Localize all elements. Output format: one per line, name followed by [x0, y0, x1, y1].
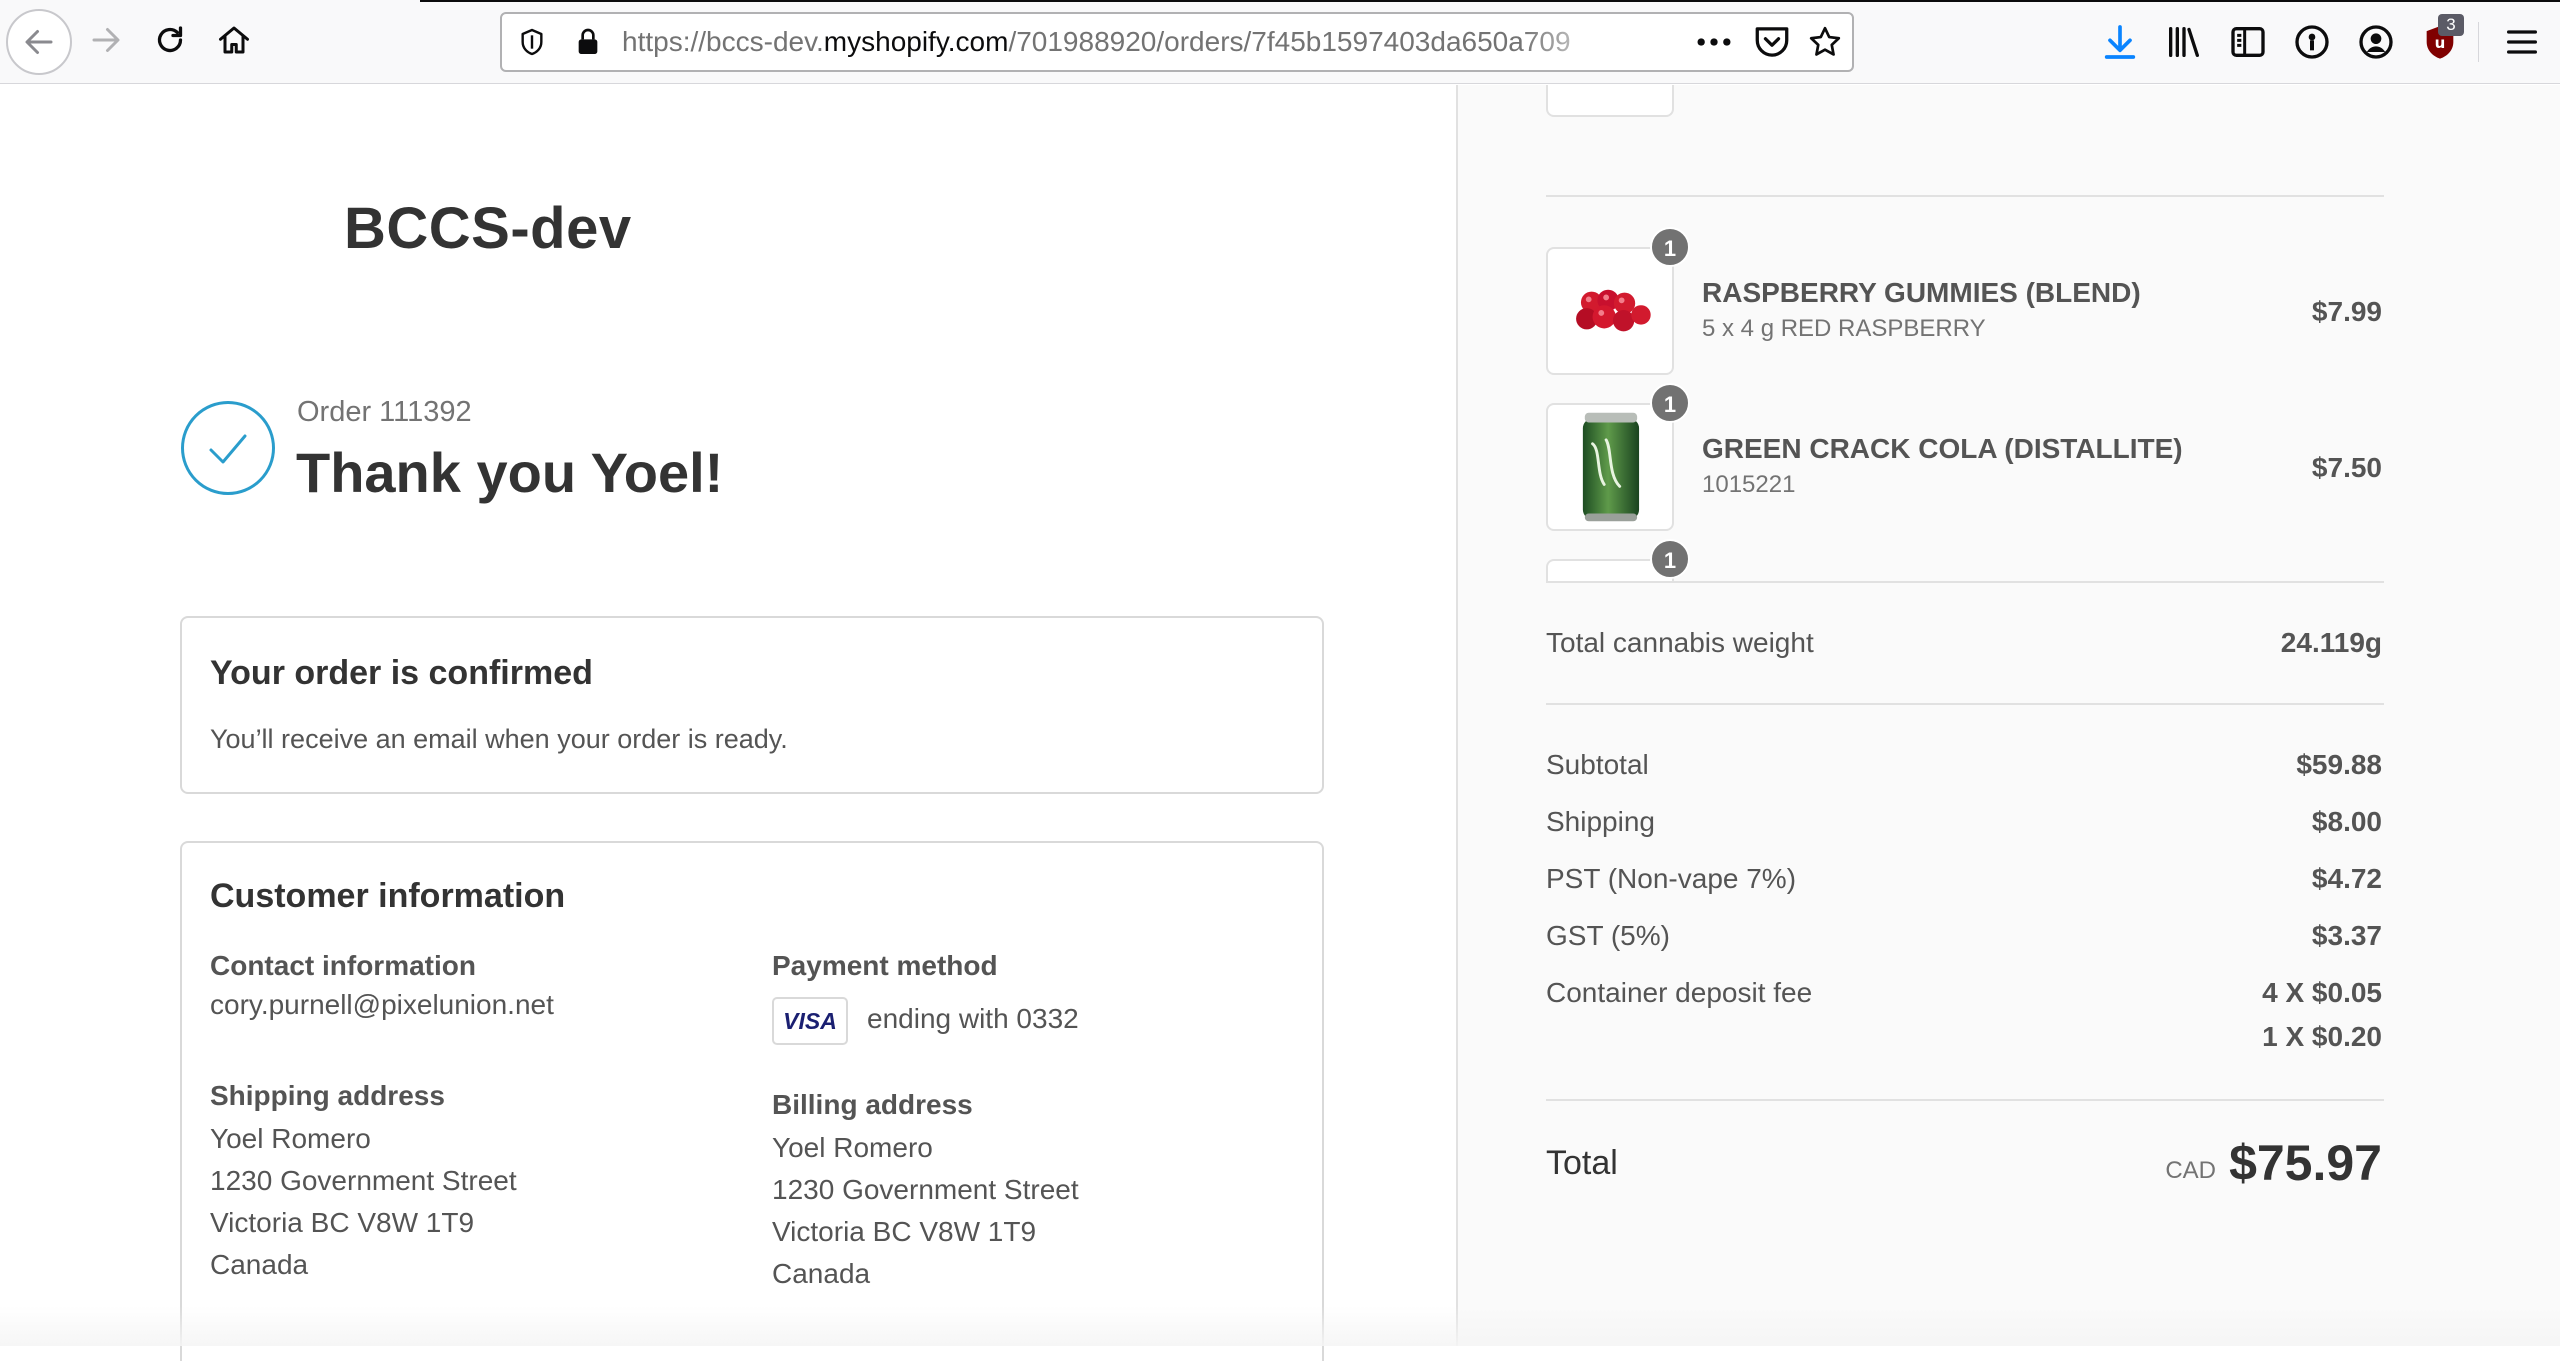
product-price: $7.99: [2311, 296, 2382, 327]
product-sku: 1015221: [1702, 471, 1796, 498]
billing-address-label: Billing address: [772, 1089, 973, 1120]
scroll-shadow: [0, 1306, 2560, 1346]
divider: [1546, 581, 2384, 583]
hamburger-menu-icon[interactable]: [2502, 22, 2542, 62]
deposit-fee-label: Container deposit fee: [1546, 977, 1813, 1008]
deposit-fee-value: 4 X $0.05: [2262, 977, 2382, 1008]
tab-strip-edge: [420, 0, 2560, 2]
product-variant: 5 x 4 g RED RASPBERRY: [1702, 315, 1986, 342]
library-icon[interactable]: [2164, 22, 2204, 62]
quantity-badge: 1: [1650, 539, 1690, 579]
pst-value: $4.72: [2311, 863, 2382, 894]
shipping-address-label: Shipping address: [210, 1080, 445, 1111]
confirmation-title: Your order is confirmed: [210, 654, 593, 692]
address-bar[interactable]: https://bccs-dev.myshopify.com/701988920…: [500, 12, 1854, 72]
lockwise-icon[interactable]: [2292, 22, 2332, 62]
gst-label: GST (5%): [1546, 920, 1670, 951]
download-arrow-icon[interactable]: [2100, 22, 2140, 62]
url-path: /701988920/orders/7f45b1597403da650a709: [1008, 26, 1571, 57]
contact-email: cory.purnell@pixelunion.net: [210, 989, 554, 1020]
shipping-value: $8.00: [2311, 806, 2382, 837]
browser-toolbar: https://bccs-dev.myshopify.com/701988920…: [0, 0, 2560, 84]
gst-value: $3.37: [2311, 920, 2382, 951]
thank-you-heading: Thank you Yoel!: [296, 441, 724, 504]
divider: [1546, 703, 2384, 705]
reload-icon: [157, 26, 183, 53]
lock-icon[interactable]: [572, 26, 604, 58]
product-name: GREEN CRACK COLA (DISTALLITE): [1702, 433, 2183, 464]
shipping-line: 1230 Government Street: [210, 1165, 517, 1196]
main-content: BCCS-dev Order 111392 Thank you Yoel! Yo…: [0, 85, 1456, 1361]
product-price: $7.50: [2311, 452, 2382, 483]
contact-info-label: Contact information: [210, 950, 476, 981]
pocket-icon[interactable]: [1752, 24, 1792, 60]
green-cola-can-image: [1582, 412, 1640, 522]
billing-line: Victoria BC V8W 1T9: [772, 1216, 1037, 1247]
subtotal-label: Subtotal: [1546, 749, 1649, 780]
check-circle-icon: [181, 401, 275, 495]
extension-badge: 3: [2438, 14, 2464, 36]
pst-label: PST (Non-vape 7%): [1546, 863, 1797, 894]
shipping-label: Shipping: [1546, 806, 1655, 837]
shipping-address: Yoel Romero 1230 Government Street Victo…: [210, 1118, 517, 1286]
divider: [1546, 195, 2384, 197]
svg-text:u: u: [2435, 34, 2446, 52]
product-thumbnail: [1546, 85, 1674, 117]
arrow-right-icon: [92, 28, 120, 52]
cannabis-weight-label: Total cannabis weight: [1546, 627, 1814, 658]
total-currency: CAD: [2165, 1157, 2216, 1184]
checkout-page: BCCS-dev Order 111392 Thank you Yoel! Yo…: [0, 85, 2560, 1361]
billing-address: Yoel Romero 1230 Government Street Victo…: [772, 1127, 1079, 1295]
shop-logo[interactable]: BCCS-dev: [344, 195, 632, 262]
cannabis-weight-value: 24.119g: [2280, 627, 2382, 658]
billing-line: Yoel Romero: [772, 1132, 933, 1163]
home-icon: [219, 26, 249, 54]
visa-card-icon: VISA: [772, 997, 848, 1045]
home-button[interactable]: [202, 8, 266, 72]
order-summary: 1 RASPBERRY GUMMIES (BLEND) 5 x 4 g RED …: [1456, 85, 2560, 1346]
ellipsis-icon[interactable]: [1692, 22, 1736, 62]
sidebar-icon[interactable]: [2228, 22, 2268, 62]
toolbar-divider: [2478, 22, 2479, 62]
arrow-left-icon: [25, 30, 53, 54]
shipping-line: Canada: [210, 1249, 309, 1280]
product-thumbnail: [1546, 247, 1674, 375]
order-number: Order 111392: [297, 396, 472, 428]
star-icon[interactable]: [1806, 24, 1844, 60]
shipping-line: Victoria BC V8W 1T9: [210, 1207, 475, 1238]
subtotal-value: $59.88: [2296, 749, 2382, 780]
product-name: RASPBERRY GUMMIES (BLEND): [1702, 277, 2141, 308]
order-confirmed-card: Your order is confirmed You’ll receive a…: [180, 616, 1324, 794]
quantity-badge: 1: [1650, 227, 1690, 267]
total-label: Total: [1546, 1144, 1618, 1182]
product-thumbnail: [1546, 403, 1674, 531]
url-prefix: https://bccs-dev.: [622, 26, 824, 57]
account-icon[interactable]: [2356, 22, 2396, 62]
divider: [1546, 1099, 2384, 1101]
shipping-line: Yoel Romero: [210, 1123, 371, 1154]
reload-button[interactable]: [138, 8, 202, 72]
url-text[interactable]: https://bccs-dev.myshopify.com/701988920…: [622, 14, 1622, 70]
customer-info-title: Customer information: [210, 877, 566, 915]
deposit-fee-value: 1 X $0.20: [2262, 1021, 2382, 1052]
confirmation-text: You’ll receive an email when your order …: [210, 724, 788, 754]
url-host: myshopify.com: [823, 26, 1009, 57]
payment-method-label: Payment method: [772, 950, 998, 981]
total-value: $75.97: [2229, 1135, 2382, 1191]
quantity-badge: 1: [1650, 383, 1690, 423]
back-button[interactable]: [6, 9, 72, 75]
billing-line: Canada: [772, 1258, 871, 1289]
payment-ending: ending with 0332: [867, 1003, 1079, 1034]
forward-button[interactable]: [74, 8, 138, 72]
raspberry-gummies-image: [1576, 289, 1651, 332]
tracking-shield-icon[interactable]: [516, 26, 548, 58]
billing-line: 1230 Government Street: [772, 1174, 1079, 1205]
customer-information-card: Customer information Contact information…: [180, 841, 1324, 1361]
